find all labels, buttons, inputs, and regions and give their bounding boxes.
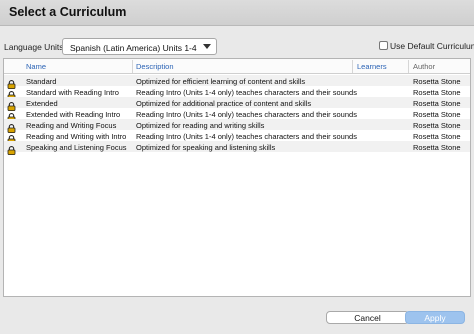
- row-name: Standard with Reading Intro: [26, 87, 119, 97]
- chevron-down-icon: [203, 44, 211, 49]
- row-author: Rosetta Stone: [413, 76, 461, 86]
- column-header-name[interactable]: Name: [26, 62, 46, 71]
- table-header: Name Description Learners Author: [4, 59, 470, 74]
- lock-icon: [7, 142, 16, 155]
- column-divider: [352, 60, 353, 73]
- row-name: Extended: [26, 98, 58, 108]
- lock-icon: [7, 98, 16, 111]
- row-description: Optimized for reading and writing skills: [136, 120, 265, 130]
- table-row[interactable]: Reading and Writing Focus Optimized for r…: [4, 119, 470, 133]
- row-author: Rosetta Stone: [413, 98, 461, 108]
- column-header-description[interactable]: Description: [136, 62, 174, 71]
- lock-icon: [7, 120, 16, 133]
- column-header-author[interactable]: Author: [413, 62, 435, 71]
- lock-icon: [7, 76, 16, 89]
- row-author: Rosetta Stone: [413, 120, 461, 130]
- row-author: Rosetta Stone: [413, 87, 461, 97]
- row-description: Optimized for speaking and listening ski…: [136, 142, 276, 152]
- lock-icon: [7, 131, 16, 144]
- lock-icon: [7, 87, 16, 100]
- dialog-title: Select a Curriculum: [9, 5, 127, 19]
- row-author: Rosetta Stone: [413, 109, 461, 119]
- language-units-value: Spanish (Latin America) Units 1-4: [70, 42, 197, 53]
- row-name: Extended with Reading Intro: [26, 109, 121, 119]
- dialog-titlebar: Select a Curriculum: [0, 0, 474, 26]
- table-row[interactable]: Extended Optimized for additional practic…: [4, 97, 470, 111]
- column-divider: [408, 60, 409, 73]
- table-row[interactable]: Speaking and Listening Focus Optimized fo…: [4, 141, 470, 155]
- table-row[interactable]: Standard Optimized for efficient learning…: [4, 75, 470, 89]
- lock-icon: [7, 109, 16, 122]
- column-header-learners[interactable]: Learners: [357, 62, 387, 71]
- table-row[interactable]: Extended with Reading Intro Reading Intro…: [4, 108, 470, 122]
- row-author: Rosetta Stone: [413, 131, 461, 141]
- row-description: Reading Intro (Units 1-4 only) teaches c…: [136, 87, 357, 97]
- column-divider: [132, 60, 133, 73]
- row-author: Rosetta Stone: [413, 142, 461, 152]
- apply-button[interactable]: Apply: [405, 311, 465, 324]
- row-name: Speaking and Listening Focus: [26, 142, 127, 152]
- curriculum-table: Name Description Learners Author Standar…: [3, 58, 471, 297]
- use-default-curriculum-label[interactable]: Use Default Curriculum: [390, 41, 474, 51]
- row-name: Reading and Writing with Intro: [26, 131, 127, 141]
- row-description: Reading Intro (Units 1-4 only) teaches c…: [136, 109, 357, 119]
- table-row[interactable]: Reading and Writing with Intro Reading In…: [4, 130, 470, 144]
- row-name: Standard: [26, 76, 57, 86]
- row-description: Optimized for efficient learning of cont…: [136, 76, 306, 86]
- use-default-curriculum-checkbox[interactable]: [379, 41, 388, 50]
- table-row[interactable]: Standard with Reading Intro Reading Intro…: [4, 86, 470, 100]
- row-description: Reading Intro (Units 1-4 only) teaches c…: [136, 131, 357, 141]
- cancel-button[interactable]: Cancel: [326, 311, 409, 324]
- language-units-select[interactable]: Spanish (Latin America) Units 1-4: [62, 38, 217, 55]
- language-units-label: Language Units:: [4, 42, 66, 52]
- row-description: Optimized for additional practice of con…: [136, 98, 312, 108]
- row-name: Reading and Writing Focus: [26, 120, 117, 130]
